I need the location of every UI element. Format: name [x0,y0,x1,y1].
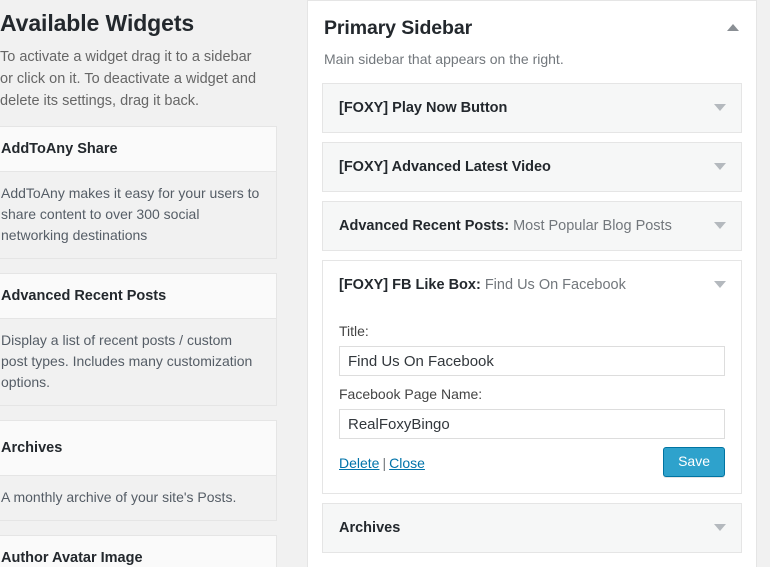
widget-settings-form: Title: Facebook Page Name: Delete|Close … [323,309,741,493]
link-separator: | [382,455,387,471]
widget-row-title: [FOXY] FB Like Box: Find Us On Facebook [339,277,626,293]
widget-row-header[interactable]: [FOXY] Play Now Button [323,84,741,132]
primary-sidebar-panel: Primary Sidebar Main sidebar that appear… [307,0,757,567]
available-widget-header[interactable]: Archives [0,421,276,476]
primary-sidebar-widget-list: [FOXY] Play Now Button [FOXY] Advanced L… [308,83,756,567]
primary-sidebar-header: Primary Sidebar Main sidebar that appear… [308,1,756,83]
available-widget-description: A monthly archive of your site's Posts. [0,476,276,520]
available-widget-header[interactable]: Author Avatar Image [0,536,276,567]
facebook-page-name-label: Facebook Page Name: [339,386,483,402]
available-widget-name: Archives [1,440,63,456]
triangle-down-icon[interactable] [713,520,727,534]
widget-row-title: [FOXY] Advanced Latest Video [339,159,551,175]
widget-name: [FOXY] Play Now Button [339,100,508,116]
primary-sidebar-title: Primary Sidebar [324,17,473,39]
widget-row[interactable]: [FOXY] Play Now Button [322,83,742,133]
available-widgets-description: To activate a widget drag it to a sideba… [0,49,257,109]
widget-row-header[interactable]: [FOXY] Advanced Latest Video [323,143,741,191]
widget-row-expanded[interactable]: [FOXY] FB Like Box: Find Us On Facebook … [322,260,742,494]
widget-row-header[interactable]: Archives [323,504,741,552]
widget-row-title: Advanced Recent Posts: Most Popular Blog… [339,218,672,234]
widget-row-title: [FOXY] Play Now Button [339,100,507,116]
title-input[interactable] [339,346,725,376]
available-widget-item[interactable]: AddToAny Share AddToAny makes it easy fo… [0,126,277,259]
available-widgets-column: Available Widgets To activate a widget d… [0,0,277,567]
widget-instance-title: Find Us On Facebook [484,277,626,293]
save-button[interactable]: Save [663,447,725,477]
close-link[interactable]: Close [389,455,425,471]
triangle-down-icon[interactable] [713,277,727,291]
widget-row[interactable]: [FOXY] Advanced Latest Video [322,142,742,192]
available-widget-name: Author Avatar Image [1,550,143,566]
facebook-page-name-input[interactable] [339,409,725,439]
widget-name: Archives [339,520,401,536]
triangle-up-icon[interactable] [724,19,742,37]
widgets-admin-screen: Available Widgets To activate a widget d… [0,0,770,567]
delete-link[interactable]: Delete [339,455,379,471]
widget-name: [FOXY] FB Like Box: [339,277,481,293]
title-field-label: Title: [339,323,369,339]
widget-form-links: Delete | Close [339,455,425,471]
available-widget-item[interactable]: Archives A monthly archive of your site'… [0,420,277,521]
available-widgets-heading: Available Widgets [0,10,195,36]
available-widget-item[interactable]: Advanced Recent Posts Display a list of … [0,273,277,406]
widget-instance-title: Most Popular Blog Posts [513,218,672,234]
available-widget-header[interactable]: Advanced Recent Posts [0,274,276,319]
available-widget-description: Display a list of recent posts / custom … [0,319,276,405]
widget-row-header[interactable]: Advanced Recent Posts: Most Popular Blog… [323,202,741,250]
triangle-down-icon[interactable] [713,159,727,173]
widget-row[interactable]: Advanced Recent Posts: Most Popular Blog… [322,201,742,251]
available-widget-header[interactable]: AddToAny Share [0,127,276,172]
widget-name: [FOXY] Advanced Latest Video [339,159,551,175]
triangle-down-icon[interactable] [713,218,727,232]
widget-form-footer: Delete | Close Save [339,447,725,479]
primary-sidebar-subtitle: Main sidebar that appears on the right. [324,51,564,67]
widget-row[interactable]: Archives [322,503,742,553]
available-widget-description: AddToAny makes it easy for your users to… [0,172,276,258]
triangle-down-icon[interactable] [713,100,727,114]
available-widget-item[interactable]: Author Avatar Image Displays the post au… [0,535,277,567]
sidebars-column: Primary Sidebar Main sidebar that appear… [307,0,757,567]
available-widget-name: AddToAny Share [1,141,118,157]
widget-name: Advanced Recent Posts: [339,218,510,234]
widget-row-header[interactable]: [FOXY] FB Like Box: Find Us On Facebook [323,261,741,309]
widget-row-title: Archives [339,520,400,536]
available-widget-name: Advanced Recent Posts [1,288,167,304]
